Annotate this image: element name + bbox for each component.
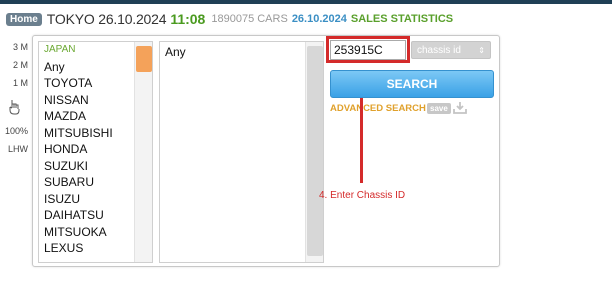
zoom-1m[interactable]: 1 M [0, 74, 32, 92]
chevron-updown-icon: ⇕ [478, 45, 485, 55]
page-header: Home TOKYO 26.10.2024 11:08 1890075 CARS… [6, 10, 453, 28]
annotation-note: 4. Enter Chassis ID [319, 190, 406, 201]
city-date: TOKYO 26.10.2024 [46, 11, 167, 27]
lhw-toggle[interactable]: LHW [0, 140, 32, 158]
maker-list[interactable]: JAPAN Any TOYOTA NISSAN MAZDA MITSUBISHI… [38, 41, 153, 263]
annotation-line [360, 98, 363, 183]
zoom-100[interactable]: 100% [0, 122, 32, 140]
model-scroll-thumb[interactable] [307, 46, 323, 256]
car-count: 1890075 CARS [211, 13, 288, 25]
search-button[interactable]: SEARCH [330, 70, 494, 98]
maker-scroll-thumb[interactable] [136, 46, 152, 72]
hand-pointer-icon[interactable] [0, 92, 32, 122]
advanced-search-link[interactable]: ADVANCED SEARCH [330, 103, 426, 114]
sales-statistics-link[interactable]: SALES STATISTICS [351, 13, 453, 25]
sales-date-link[interactable]: 26.10.2024 [292, 13, 347, 25]
current-time: 11:08 [170, 11, 206, 27]
chassis-id-input[interactable] [330, 40, 406, 60]
model-scrollbar[interactable] [305, 42, 323, 262]
search-panel: JAPAN Any TOYOTA NISSAN MAZDA MITSUBISHI… [32, 35, 500, 267]
save-button[interactable]: save [427, 103, 451, 114]
model-list[interactable]: Any [159, 41, 324, 263]
side-toolbar: 3 M 2 M 1 M 100% LHW [0, 38, 32, 158]
zoom-3m[interactable]: 3 M [0, 38, 32, 56]
search-field-select[interactable]: chassis id ⇕ [411, 41, 491, 59]
zoom-2m[interactable]: 2 M [0, 56, 32, 74]
download-icon[interactable] [453, 101, 467, 114]
top-bar [0, 0, 612, 4]
home-button[interactable]: Home [6, 12, 42, 26]
list-item[interactable]: Any [160, 42, 323, 62]
maker-scrollbar[interactable] [134, 42, 152, 262]
select-value: chassis id [417, 44, 461, 56]
